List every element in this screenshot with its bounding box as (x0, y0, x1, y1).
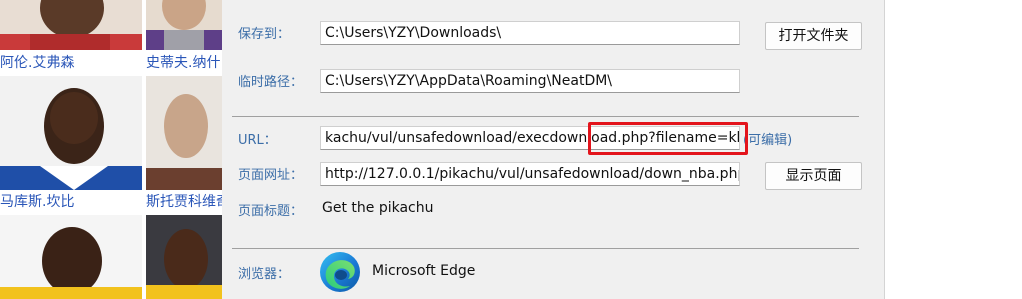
player-photo-nash[interactable] (146, 0, 222, 50)
browser-label: 浏览器： (238, 267, 291, 282)
page-title-label: 页面标题： (238, 204, 304, 219)
separator (232, 116, 859, 117)
page-url-label: 页面网址： (238, 168, 304, 183)
player-caption[interactable]: 斯托贾科维奇 (146, 191, 222, 213)
player-photo-iverson[interactable] (0, 0, 142, 50)
page-title-value: Get the pikachu (322, 200, 434, 216)
player-photo-stojakovic[interactable] (146, 76, 222, 190)
page-url-field[interactable]: http://127.0.0.1/pikachu/vul/unsafedownl… (320, 162, 740, 186)
url-field[interactable]: kachu/vul/unsafedownload/execdownload.ph… (320, 126, 740, 150)
download-dialog: 保存到： C:\Users\YZY\Downloads\ 打开文件夹 临时路径：… (222, 0, 885, 299)
player-photo-row3-right[interactable] (146, 215, 222, 299)
blank-area (885, 0, 1022, 299)
show-page-button[interactable]: 显示页面 (765, 162, 862, 190)
player-photo-camby[interactable] (0, 76, 142, 190)
player-photo-row3-left[interactable] (0, 215, 142, 299)
player-caption[interactable]: 史蒂夫.纳什 (146, 52, 222, 74)
browser-name: Microsoft Edge (372, 263, 476, 279)
player-caption[interactable]: 阿伦.艾弗森 (0, 52, 142, 74)
edge-icon (318, 250, 362, 294)
temp-path-field[interactable]: C:\Users\YZY\AppData\Roaming\NeatDM\ (320, 69, 740, 93)
separator (232, 248, 859, 249)
url-editable-hint: (可编辑) (743, 133, 793, 148)
url-label: URL： (238, 133, 277, 148)
temp-path-label: 临时路径： (238, 75, 304, 90)
save-to-field[interactable]: C:\Users\YZY\Downloads\ (320, 21, 740, 45)
player-caption[interactable]: 马库斯.坎比 (0, 191, 142, 213)
background-web-page: 阿伦.艾弗森 史蒂夫.纳什 马库斯.坎比 斯托贾科维奇 (0, 0, 222, 299)
save-to-label: 保存到： (238, 27, 291, 42)
open-folder-button[interactable]: 打开文件夹 (765, 22, 862, 50)
